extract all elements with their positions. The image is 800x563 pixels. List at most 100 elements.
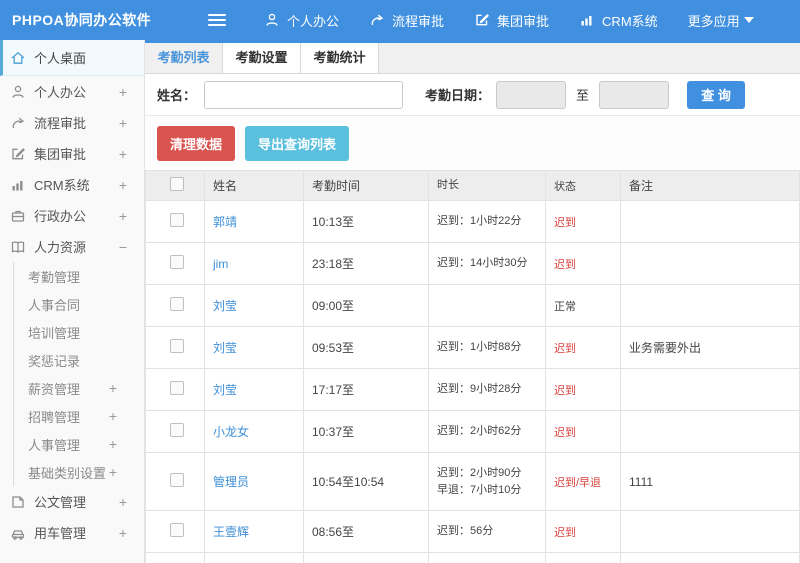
book-icon bbox=[10, 239, 26, 255]
document-icon bbox=[10, 494, 26, 510]
employee-name-link[interactable]: 郭靖 bbox=[213, 215, 237, 229]
table-header-row: 姓名 考勤时间 时长 状态 备注 bbox=[145, 170, 800, 201]
table-row: 刘莹 09:53至 迟到：1小时88分 迟到 业务需要外出 bbox=[145, 326, 800, 369]
date-label: 考勤日期： bbox=[425, 88, 491, 103]
status-text: 迟到 bbox=[554, 426, 576, 439]
name-input[interactable] bbox=[204, 80, 404, 109]
sidebar-item-workflow-approval[interactable]: 流程审批 + bbox=[0, 107, 144, 138]
employee-name-link[interactable]: 王壹辉 bbox=[213, 525, 249, 539]
sidebar-item-label: 个人办公 bbox=[34, 85, 87, 100]
submenu-item-base-category-settings[interactable]: 基础类别设置 + bbox=[14, 458, 144, 486]
sidebar-item-group-approval[interactable]: 集团审批 + bbox=[0, 138, 144, 169]
sidebar-item-vehicle-management[interactable]: 用车管理 + bbox=[0, 517, 144, 548]
employee-name-link[interactable]: 刘莹 bbox=[213, 341, 237, 355]
row-checkbox[interactable] bbox=[170, 255, 184, 269]
sidebar-item-crm-system[interactable]: CRM系统 + bbox=[0, 169, 144, 200]
nav-workflow-approval[interactable]: 流程审批 bbox=[369, 11, 444, 30]
expand-plus-icon[interactable]: + bbox=[119, 84, 127, 100]
car-icon bbox=[10, 525, 26, 541]
sidebar-item-admin-office[interactable]: 行政办公 + bbox=[0, 200, 144, 231]
attendance-time: 09:53至 bbox=[303, 326, 429, 369]
nav-personal-office[interactable]: 个人办公 bbox=[264, 11, 339, 30]
caret-down-icon bbox=[743, 17, 754, 23]
sidebar-item-official-documents[interactable]: 公文管理 + bbox=[0, 486, 144, 517]
expand-plus-icon[interactable]: + bbox=[119, 177, 127, 193]
tab-attendance-list[interactable]: 考勤列表 bbox=[145, 43, 223, 73]
submenu-item-hr-contract[interactable]: 人事合同 bbox=[14, 290, 144, 318]
row-checkbox[interactable] bbox=[170, 523, 184, 537]
app-title: PHPOA协同办公软件 bbox=[12, 12, 152, 28]
employee-name-link[interactable]: 管理员 bbox=[213, 475, 249, 489]
row-checkbox[interactable] bbox=[170, 473, 184, 487]
expand-plus-icon[interactable]: + bbox=[109, 464, 117, 480]
col-header-duration: 时长 bbox=[428, 170, 546, 201]
row-checkbox[interactable] bbox=[170, 423, 184, 437]
employee-name-link[interactable]: 刘莹 bbox=[213, 383, 237, 397]
employee-name-link[interactable]: 刘莹 bbox=[213, 299, 237, 313]
edit-icon bbox=[474, 12, 490, 28]
sidebar-item-label: CRM系统 bbox=[34, 178, 90, 193]
sidebar-item-label: 流程审批 bbox=[34, 116, 87, 131]
sidebar-item-label: 公文管理 bbox=[34, 495, 87, 510]
sidebar-item-label: 集团审批 bbox=[34, 147, 87, 162]
sidebar-item-personal-desktop[interactable]: 个人桌面 bbox=[0, 40, 144, 76]
duration-cell: 迟到：56分 bbox=[428, 510, 546, 553]
filter-bar: 姓名： 考勤日期： 至 查 询 bbox=[145, 74, 800, 116]
submenu-item-recruitment[interactable]: 招聘管理 + bbox=[14, 402, 144, 430]
date-to-input[interactable] bbox=[599, 80, 670, 109]
duration-cell bbox=[428, 284, 546, 327]
row-checkbox[interactable] bbox=[170, 213, 184, 227]
expand-plus-icon[interactable]: + bbox=[109, 408, 117, 424]
nav-crm-system[interactable]: CRM系统 bbox=[579, 11, 658, 30]
table-row: 管理员 10:54至10:54 迟到：2小时90分 早退：7小时10分 迟到/早退… bbox=[145, 452, 800, 511]
submenu-item-rewards-punishments[interactable]: 奖惩记录 bbox=[14, 346, 144, 374]
expand-plus-icon[interactable]: + bbox=[109, 380, 117, 396]
expand-plus-icon[interactable]: + bbox=[119, 208, 127, 224]
tab-attendance-stats[interactable]: 考勤统计 bbox=[301, 43, 379, 73]
employee-name-link[interactable]: jim bbox=[213, 257, 228, 271]
table-row: 小龙女 10:37至 迟到：2小时62分 迟到 bbox=[145, 410, 800, 453]
duration-cell: 迟到：14小时30分 bbox=[428, 242, 546, 285]
date-from-input[interactable] bbox=[496, 80, 567, 109]
sidebar-item-human-resources[interactable]: 人力资源 − bbox=[0, 231, 144, 262]
submenu-item-attendance[interactable]: 考勤管理 bbox=[14, 262, 144, 290]
submenu-item-training[interactable]: 培训管理 bbox=[14, 318, 144, 346]
export-list-button[interactable]: 导出查询列表 bbox=[245, 126, 350, 161]
col-header-time: 考勤时间 bbox=[303, 170, 429, 201]
select-all-checkbox[interactable] bbox=[170, 177, 184, 191]
collapse-minus-icon[interactable]: − bbox=[119, 239, 127, 255]
submenu-item-personnel[interactable]: 人事管理 + bbox=[14, 430, 144, 458]
row-checkbox[interactable] bbox=[170, 297, 184, 311]
duration-cell: 迟到：1小时88分 bbox=[428, 326, 546, 369]
table-row: 郭靖 10:13至 迟到：1小时22分 迟到 bbox=[145, 200, 800, 243]
row-checkbox[interactable] bbox=[170, 381, 184, 395]
submenu-item-salary[interactable]: 薪资管理 + bbox=[14, 374, 144, 402]
employee-name-link[interactable]: 小龙女 bbox=[213, 425, 249, 439]
attendance-time: 13:20至13:20 bbox=[303, 552, 429, 563]
status-text: 迟到 bbox=[554, 384, 576, 397]
clean-data-button[interactable]: 清理数据 bbox=[157, 126, 236, 161]
table-row: 黄蓉 13:20至13:20 迟到：5小时33分早退：4小时67分 迟到/早退 bbox=[145, 552, 800, 563]
search-button[interactable]: 查 询 bbox=[687, 80, 746, 109]
expand-plus-icon[interactable]: + bbox=[109, 436, 117, 452]
top-bar: PHPOA协同办公软件 个人办公 流程审批 集团审批 CRM系统 更多应用 bbox=[0, 0, 800, 40]
table-row: 刘莹 09:00至 正常 bbox=[145, 284, 800, 327]
nav-group-approval[interactable]: 集团审批 bbox=[474, 11, 549, 30]
home-icon bbox=[10, 50, 26, 66]
table-row: jim 23:18至 迟到：14小时30分 迟到 bbox=[145, 242, 800, 285]
expand-plus-icon[interactable]: + bbox=[119, 525, 127, 541]
sidebar-item-label: 人力资源 bbox=[34, 240, 87, 255]
remark-cell bbox=[620, 552, 800, 563]
nav-more-apps[interactable]: 更多应用 bbox=[688, 11, 754, 30]
hamburger-menu-icon[interactable] bbox=[208, 11, 230, 29]
status-text: 迟到 bbox=[554, 342, 576, 355]
tab-attendance-settings[interactable]: 考勤设置 bbox=[223, 43, 301, 73]
sidebar-item-personal-office[interactable]: 个人办公 + bbox=[0, 76, 144, 107]
expand-plus-icon[interactable]: + bbox=[119, 494, 127, 510]
expand-plus-icon[interactable]: + bbox=[119, 146, 127, 162]
expand-plus-icon[interactable]: + bbox=[119, 115, 127, 131]
col-header-status: 状态 bbox=[545, 170, 621, 201]
attendance-time: 10:54至10:54 bbox=[303, 452, 429, 511]
duration-cell: 迟到：2小时62分 bbox=[428, 410, 546, 453]
row-checkbox[interactable] bbox=[170, 339, 184, 353]
